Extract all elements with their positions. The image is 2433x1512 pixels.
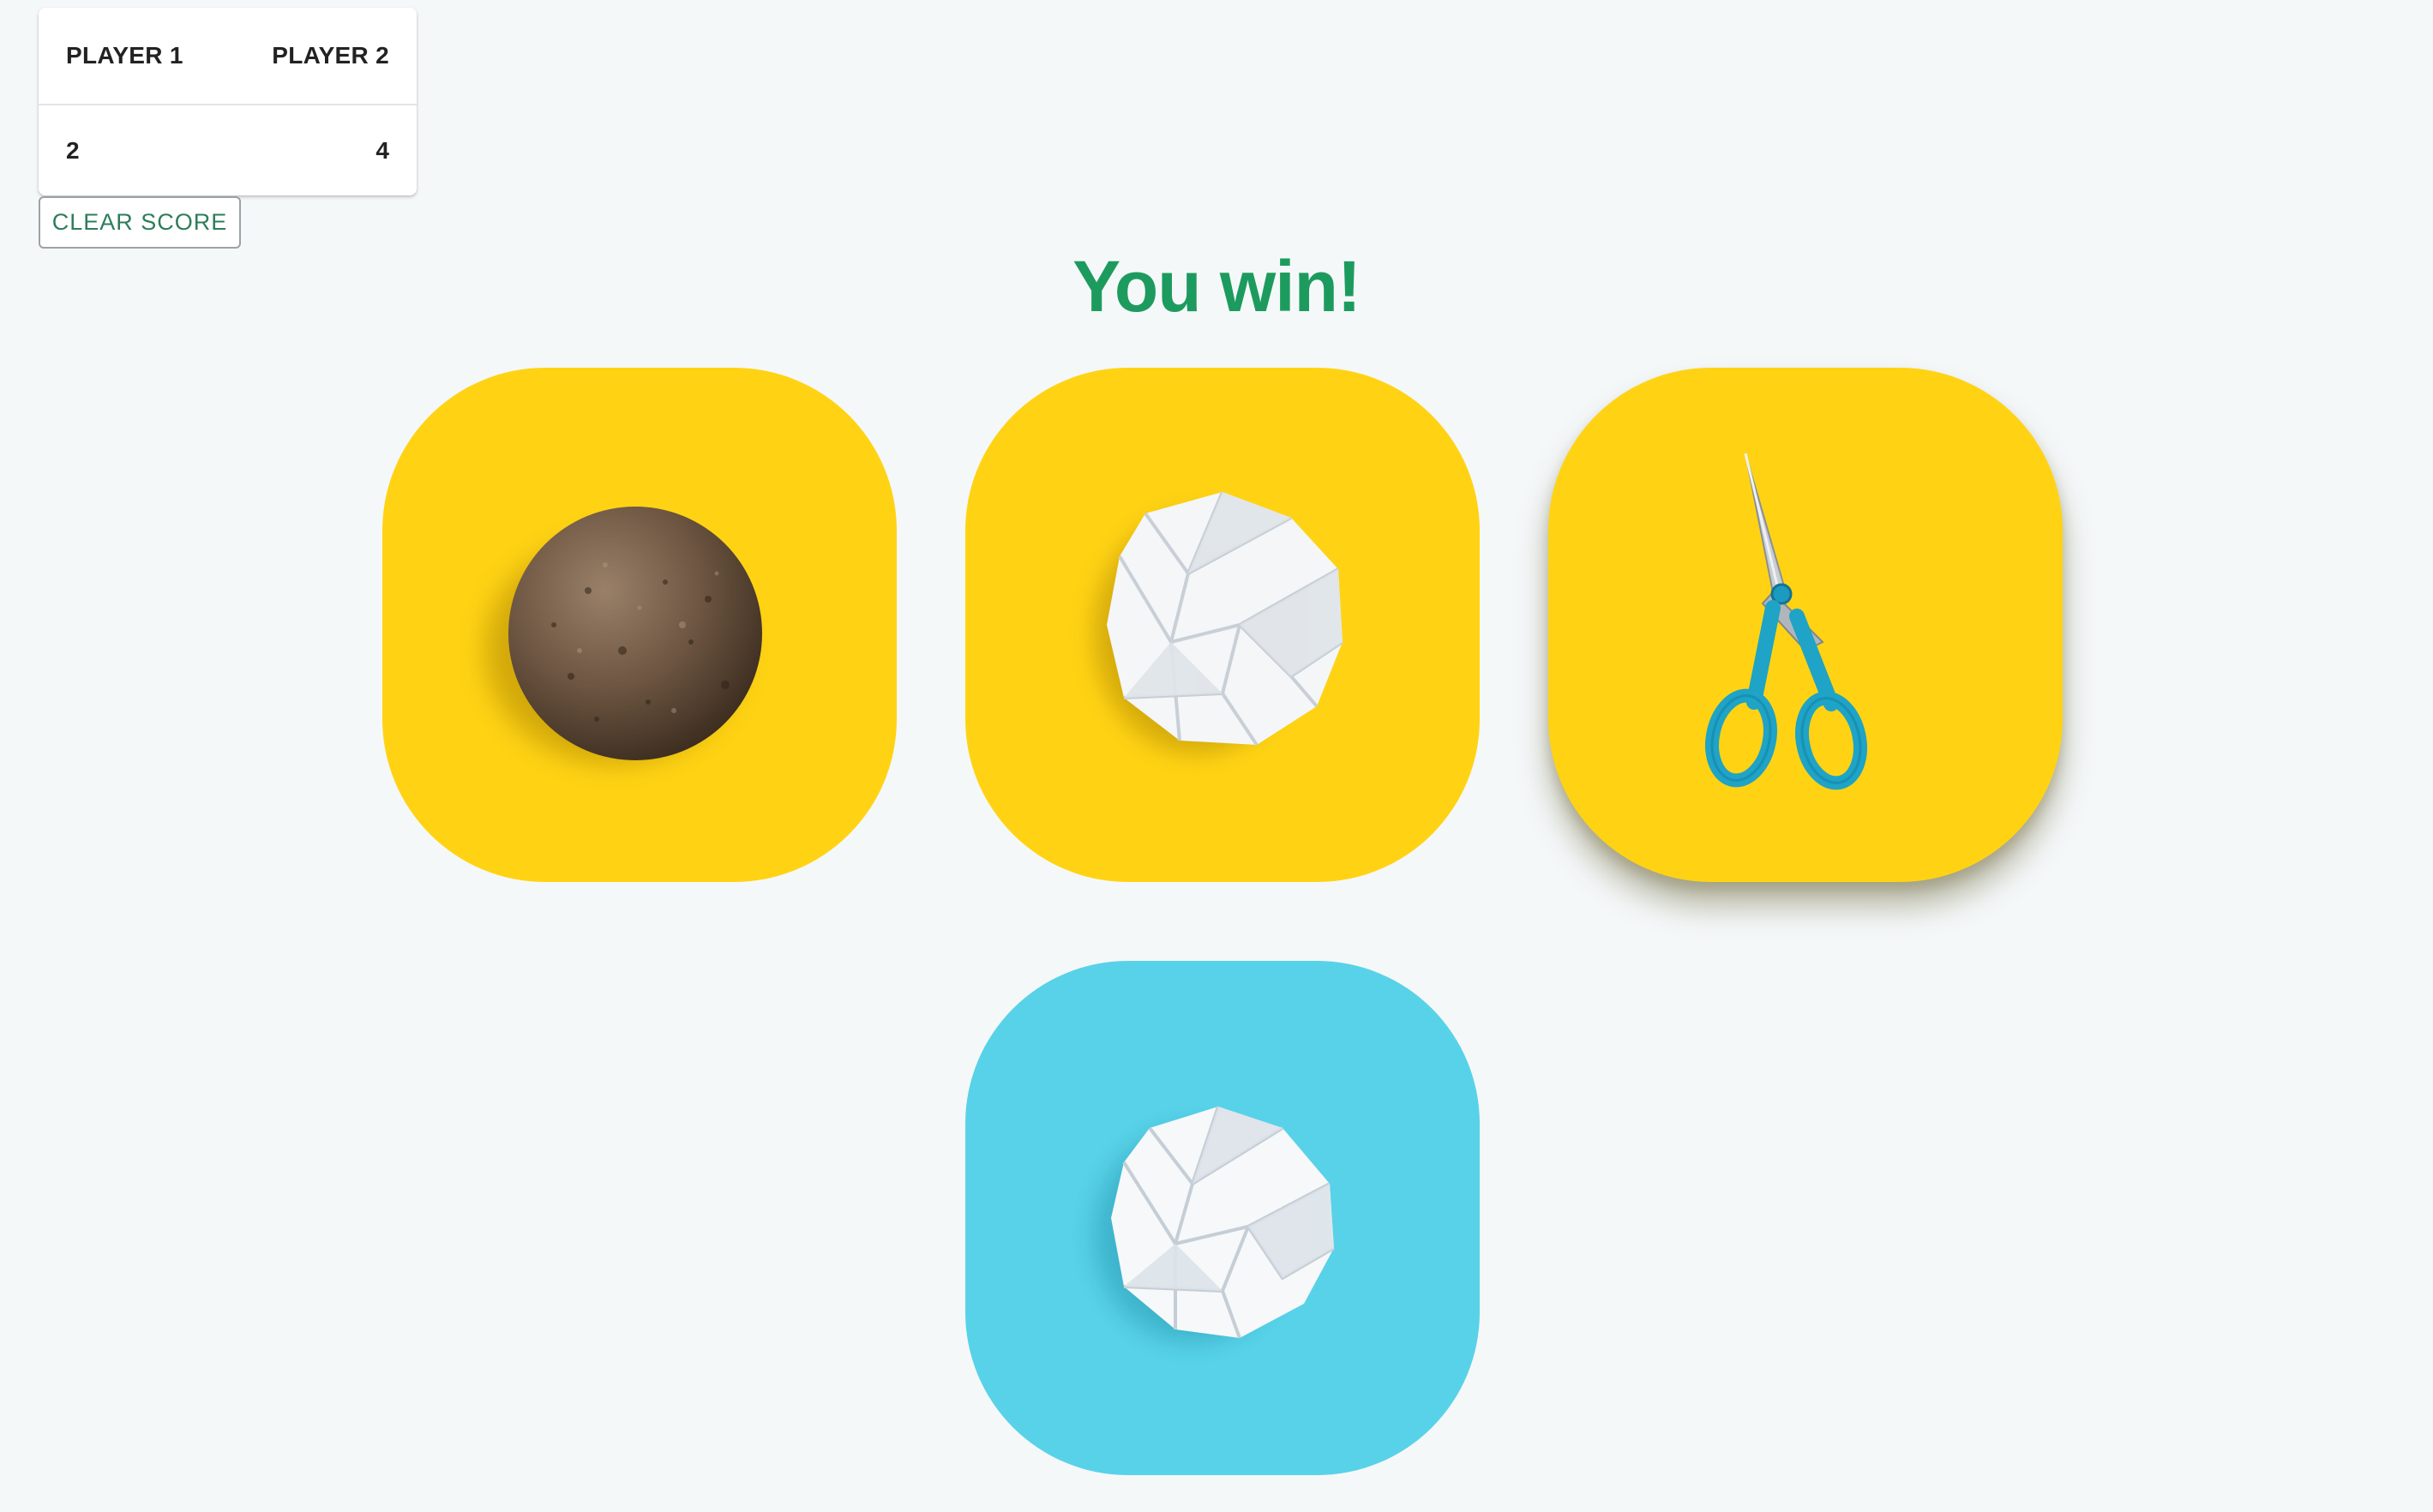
result-message: You win! xyxy=(1072,246,1361,327)
choice-rock-card[interactable] xyxy=(382,368,897,882)
scoreboard-values: 2 4 xyxy=(39,105,417,195)
choice-scissors-card[interactable] xyxy=(1548,368,2063,882)
scoreboard-header: PLAYER 1 PLAYER 2 xyxy=(39,8,417,105)
rock-icon xyxy=(485,507,762,764)
scissors-icon xyxy=(1705,453,1867,790)
player2-label: PLAYER 2 xyxy=(272,42,389,69)
scoreboard: PLAYER 1 PLAYER 2 2 4 xyxy=(39,8,417,195)
paper-icon xyxy=(1094,1106,1336,1342)
opponent-choice-card xyxy=(965,961,1480,1475)
choice-paper-card[interactable] xyxy=(965,368,1480,882)
player1-label: PLAYER 1 xyxy=(66,42,183,69)
paper-icon xyxy=(1094,491,1344,753)
clear-score-button[interactable]: CLEAR SCORE xyxy=(39,196,241,249)
player1-score: 2 xyxy=(66,136,80,164)
player2-score: 4 xyxy=(375,136,389,164)
